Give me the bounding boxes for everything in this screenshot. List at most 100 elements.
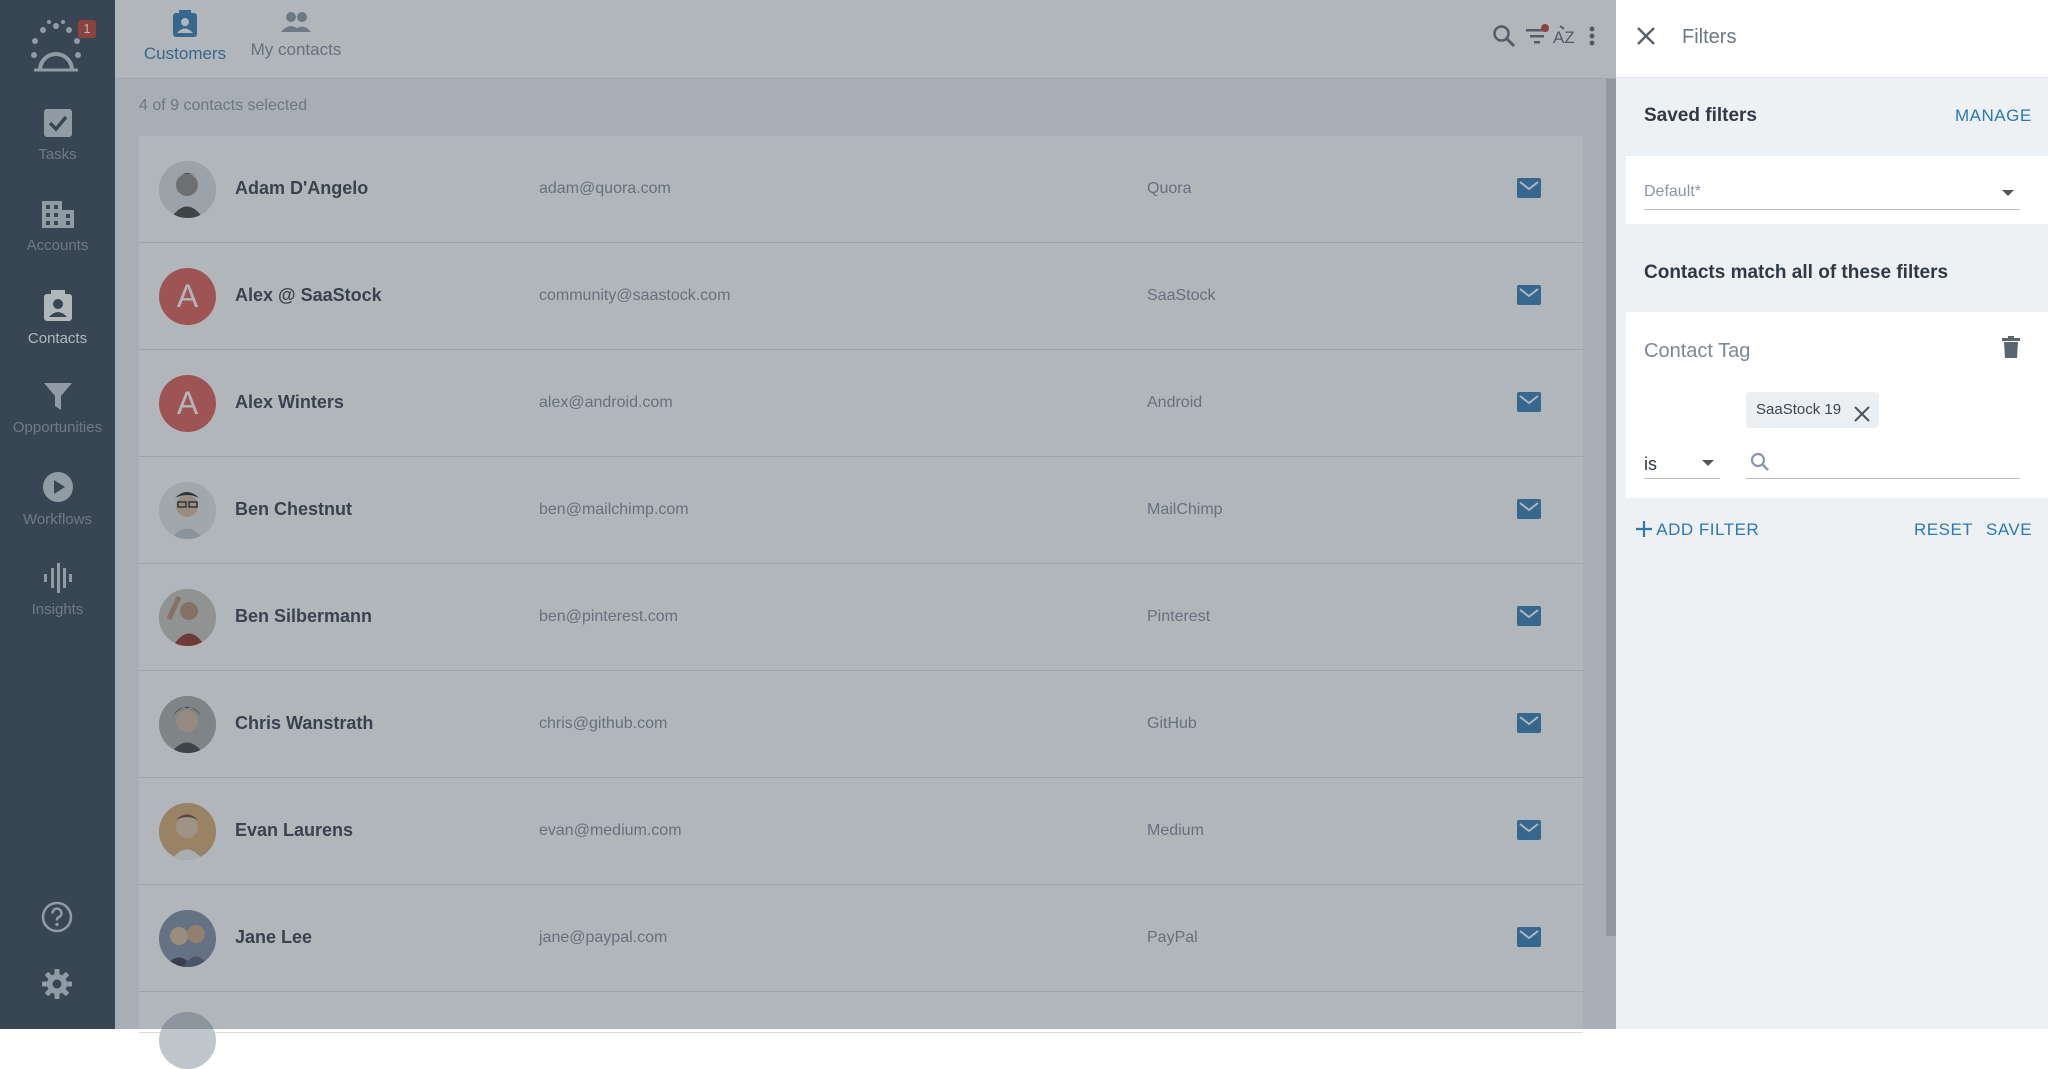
contact-name[interactable]: Alex @ SaaStock (235, 285, 382, 306)
nav-item-insights[interactable]: Insights (0, 563, 115, 618)
contact-name[interactable]: Evan Laurens (235, 820, 353, 841)
contact-email: chris@github.com (539, 715, 668, 732)
match-heading: Contacts match all of these filters (1644, 262, 1949, 283)
search-icon (1493, 25, 1516, 48)
table-row[interactable]: Adam D'Angelo adam@quora.com Quora (139, 136, 1583, 243)
help-button[interactable] (41, 901, 73, 933)
contact-company: Android (1147, 394, 1203, 411)
close-icon (1637, 27, 1655, 45)
mail-icon (1517, 820, 1541, 840)
tab-customers[interactable]: Customers (129, 10, 241, 64)
scrollbar[interactable] (1606, 79, 1616, 936)
contact-company: Quora (1147, 180, 1192, 197)
contact-card-icon (173, 10, 197, 37)
reset-button[interactable]: RESET (1914, 520, 1973, 540)
contact-name[interactable]: Alex Winters (235, 392, 344, 413)
avatar (159, 910, 216, 967)
contact-company: Medium (1147, 822, 1204, 839)
avatar: A (159, 268, 216, 325)
contact-name[interactable]: Ben Chestnut (235, 499, 352, 520)
contact-company: PayPal (1147, 929, 1198, 946)
tab-my-contacts[interactable]: My contacts (229, 10, 363, 60)
email-button[interactable] (1517, 392, 1541, 417)
building-icon (41, 201, 74, 228)
nav-item-tasks[interactable]: Tasks (0, 108, 115, 163)
nav-item-accounts[interactable]: Accounts (0, 199, 115, 254)
mail-icon (1517, 606, 1541, 626)
filters-panel: Filters Saved filters MANAGE Default* Co… (1616, 0, 2048, 1029)
mail-icon (1517, 713, 1541, 733)
avatar (159, 803, 216, 860)
operator-select[interactable]: is (1644, 446, 1720, 479)
chevron-down-icon (2002, 190, 2014, 196)
search-button[interactable] (1492, 24, 1516, 53)
email-button[interactable] (1517, 606, 1541, 631)
operator-value: is (1644, 454, 1657, 474)
tag-search-field[interactable] (1746, 442, 2020, 479)
contact-company: SaaStock (1147, 287, 1216, 304)
contact-name[interactable]: Chris Wanstrath (235, 713, 373, 734)
filter-icon (1526, 24, 1549, 44)
filter-button[interactable] (1525, 24, 1551, 53)
search-icon (1750, 452, 1769, 471)
close-icon (1854, 406, 1870, 422)
app-logo[interactable] (26, 18, 86, 78)
close-button[interactable] (1636, 26, 1656, 51)
contact-name[interactable]: Jane Lee (235, 927, 312, 948)
table-row[interactable] (139, 992, 1583, 1069)
contact-list: Adam D'Angelo adam@quora.com Quora A Ale… (139, 136, 1583, 1069)
avatar: A (159, 375, 216, 432)
email-button[interactable] (1517, 713, 1541, 738)
chevron-down-icon (1702, 460, 1714, 466)
nav-item-opportunities[interactable]: Opportunities (0, 381, 115, 436)
email-button[interactable] (1517, 178, 1541, 203)
more-button[interactable] (1588, 24, 1596, 53)
contact-company: Pinterest (1147, 608, 1211, 625)
table-row[interactable]: Evan Laurens evan@medium.com Medium (139, 778, 1583, 885)
delete-filter-button[interactable] (2002, 336, 2020, 363)
nav-label: Accounts (26, 237, 89, 254)
contact-name[interactable]: Ben Silbermann (235, 606, 372, 627)
contact-card-icon (43, 290, 72, 321)
email-button[interactable] (1517, 820, 1541, 845)
filter-card: Contact Tag SaaStock 19 is (1626, 312, 2048, 498)
email-button[interactable] (1517, 285, 1541, 310)
tab-label: My contacts (250, 40, 342, 59)
settings-button[interactable] (41, 968, 73, 1000)
contact-email: alex@android.com (539, 394, 673, 411)
nav-item-contacts[interactable]: Contacts (0, 290, 115, 347)
mail-icon (1517, 499, 1541, 519)
contact-email: community@saastock.com (539, 287, 731, 304)
saved-filter-card: Default* (1626, 156, 2048, 224)
contact-name[interactable]: Adam D'Angelo (235, 178, 368, 199)
contact-email: ben@mailchimp.com (539, 501, 689, 518)
avatar (159, 161, 216, 218)
add-filter-button[interactable]: ADD FILTER (1636, 520, 1759, 540)
email-button[interactable] (1517, 927, 1541, 952)
nav-item-workflows[interactable]: Workflows (0, 471, 115, 528)
table-row[interactable]: Ben Silbermann ben@pinterest.com Pintere… (139, 564, 1583, 671)
table-row[interactable]: A Alex @ SaaStock community@saastock.com… (139, 243, 1583, 350)
table-row[interactable]: A Alex Winters alex@android.com Android (139, 350, 1583, 457)
save-button[interactable]: SAVE (1986, 520, 2032, 540)
saved-filter-select[interactable]: Default* (1644, 176, 2020, 210)
table-row[interactable]: Jane Lee jane@paypal.com PayPal (139, 885, 1583, 992)
mail-icon (1517, 178, 1541, 198)
people-icon (281, 12, 311, 32)
tag-chip: SaaStock 19 (1746, 392, 1880, 428)
saved-filters-heading: Saved filters (1644, 105, 1757, 126)
sort-az-icon: AZ (1553, 25, 1575, 47)
sort-button[interactable]: AZ (1552, 24, 1582, 53)
table-row[interactable]: Chris Wanstrath chris@github.com GitHub (139, 671, 1583, 778)
top-bar: Customers My contacts AZ (115, 0, 1616, 79)
nav-label: Opportunities (12, 419, 103, 436)
table-row[interactable]: Ben Chestnut ben@mailchimp.com MailChimp (139, 457, 1583, 564)
contact-email: evan@medium.com (539, 822, 682, 839)
mail-icon (1517, 927, 1541, 947)
email-button[interactable] (1517, 499, 1541, 524)
remove-chip-button[interactable] (1853, 401, 1871, 437)
manage-button[interactable]: MANAGE (1955, 106, 2032, 126)
tag-search-input[interactable] (1776, 448, 2016, 474)
help-icon (41, 901, 73, 933)
nav-label: Insights (31, 601, 84, 618)
